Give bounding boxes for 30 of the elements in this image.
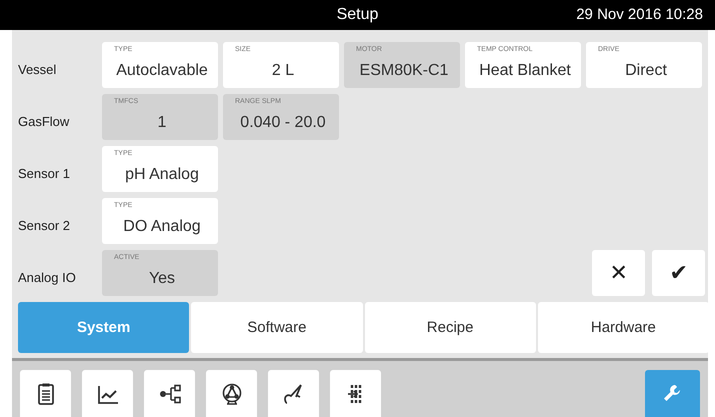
flow-diagram-icon [158, 382, 182, 406]
toolbar-button[interactable] [206, 370, 257, 417]
toolbar-button[interactable] [82, 370, 133, 417]
toolbar-button[interactable] [144, 370, 195, 417]
field-value: Direct [624, 62, 668, 80]
tab[interactable]: Software [191, 302, 362, 353]
row-label: GasFlow [18, 112, 70, 128]
field-value: Yes [148, 270, 176, 288]
field-value: 2 L [270, 62, 296, 80]
date-time: 29 Nov 2016 10:28 [576, 6, 703, 23]
row-label: Analog IO [18, 268, 77, 284]
field-value: Autoclavable [115, 62, 209, 80]
row-label: Sensor 2 [18, 216, 72, 232]
row-label: Sensor 1 [18, 164, 72, 180]
field-value: 0.040 - 20.0 [239, 114, 327, 132]
field-value: 1 [156, 114, 168, 132]
action-button[interactable]: ✕ [592, 250, 645, 296]
toolbar-button[interactable] [268, 370, 319, 417]
toolbar-button[interactable] [20, 370, 71, 417]
row-label: Vessel [18, 60, 58, 76]
field-value: DO Analog [122, 218, 202, 236]
tab[interactable]: Hardware [538, 302, 709, 353]
action-button[interactable]: ✔ [652, 250, 705, 296]
field-value: pH Analog [124, 166, 200, 184]
pump-icon [220, 382, 244, 406]
window-title: Setup [336, 6, 378, 24]
field-value: ESM80K-C1 [358, 62, 450, 80]
toolbar-button[interactable] [330, 370, 381, 417]
tab[interactable]: Recipe [364, 302, 536, 353]
field-value: Heat Blanket [478, 62, 572, 80]
